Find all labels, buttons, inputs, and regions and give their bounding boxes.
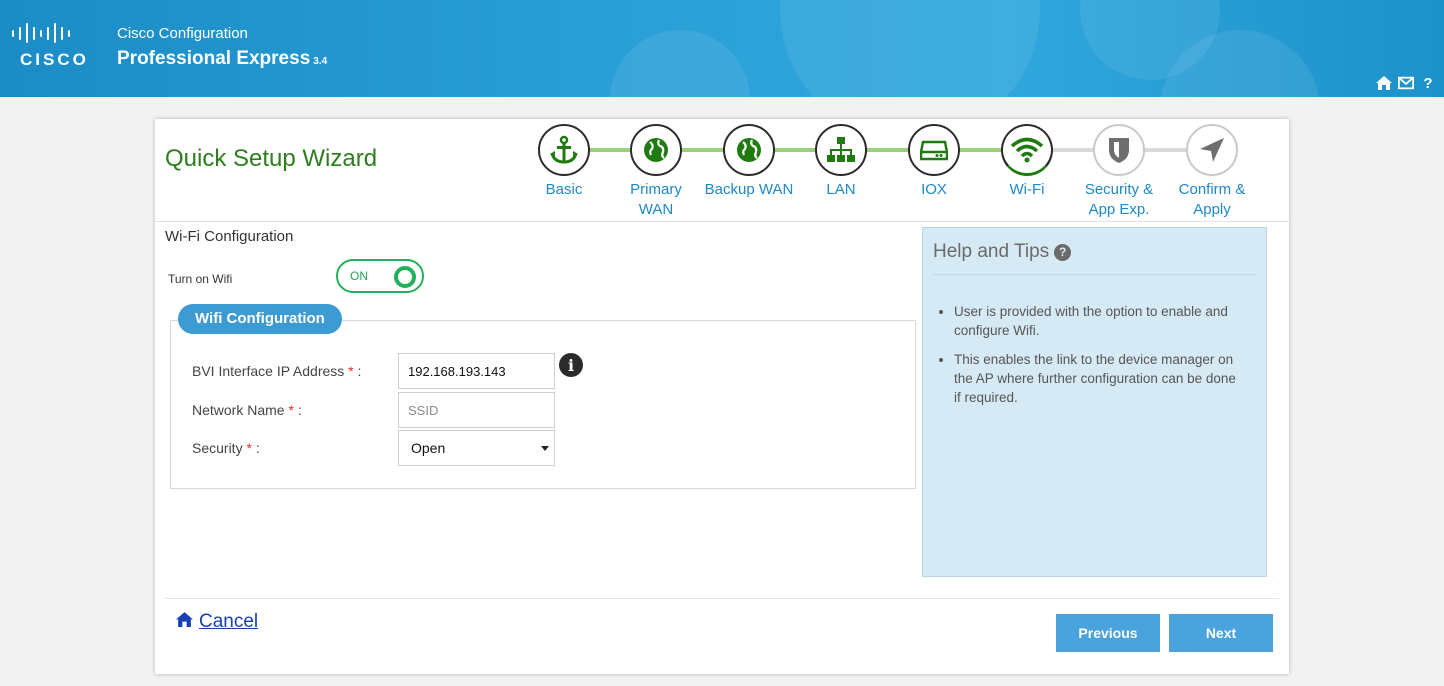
turn-on-wifi-label: Turn on Wifi [168,272,233,286]
help-icon[interactable]: ? [1420,75,1436,92]
product-name: Professional Express [117,48,311,69]
cisco-logo-text: CISCO [20,50,89,69]
globe-icon [630,124,682,176]
bvi-ip-row: BVI Interface IP Address * : i [192,353,912,389]
network-name-label-text: Network Name [192,402,285,418]
security-selected-value: Open [411,440,446,456]
step-confirm-apply[interactable]: Confirm & Apply [1162,124,1262,220]
step-lan[interactable]: LAN [791,124,891,200]
section-title: Wi-Fi Configuration [165,228,294,245]
cancel-link[interactable]: Cancel [176,611,258,633]
help-title: Help and Tips ? [933,241,1072,263]
step-label: Security & App Exp. [1084,181,1154,218]
cancel-label: Cancel [199,611,259,632]
help-tips-list: User is provided with the option to enab… [941,302,1241,417]
info-icon[interactable]: i [559,353,583,377]
step-wifi[interactable]: Wi-Fi [977,124,1077,200]
shield-icon [1093,124,1145,176]
previous-button[interactable]: Previous [1056,614,1160,652]
network-icon [815,124,867,176]
label-colon: : [297,402,302,418]
toggle-state-text: ON [350,269,368,283]
help-tip: User is provided with the option to enab… [954,302,1241,340]
bvi-ip-label-text: BVI Interface IP Address [192,363,345,379]
cisco-logo-bars [12,22,102,44]
toggle-knob [394,266,416,288]
header-decoration [610,30,750,97]
step-backup-wan[interactable]: Backup WAN [699,124,799,200]
product-name-line2: Professional Express 3.4 [117,48,327,70]
wizard-stepper: Basic Primary WAN Backup WAN LAN IOX Wi-… [155,119,1289,221]
step-label: Confirm & Apply [1178,181,1246,218]
wifi-toggle[interactable]: ON [336,259,424,293]
step-label: Wi-Fi [1009,181,1045,198]
security-row: Security * : Open [192,430,912,466]
drive-icon [908,124,960,176]
step-label: Primary WAN [630,181,682,218]
network-name-input[interactable] [398,392,555,428]
home-icon[interactable] [1376,75,1392,91]
step-label: LAN [826,181,856,198]
label-colon: : [255,440,260,456]
chevron-down-icon [541,446,549,451]
home-icon [176,612,193,632]
step-iox[interactable]: IOX [884,124,984,200]
wifi-icon [1001,124,1053,176]
step-label: IOX [921,181,947,198]
step-security-app-exp[interactable]: Security & App Exp. [1069,124,1169,220]
footer-divider [165,598,1279,599]
header-divider [155,221,1289,222]
step-primary-wan[interactable]: Primary WAN [606,124,706,220]
header-icon-bar: ? [1376,75,1436,92]
cisco-logo: CISCO [12,22,102,72]
network-name-row: Network Name * : [192,392,912,428]
product-name-line1: Cisco Configuration [117,25,248,42]
help-divider [933,274,1256,275]
help-title-text: Help and Tips [933,241,1050,262]
required-mark: * [288,402,294,418]
required-mark: * [348,363,354,379]
globe-icon [723,124,775,176]
send-icon [1186,124,1238,176]
bvi-ip-input[interactable] [398,353,555,389]
wizard-panel: Quick Setup Wizard Basic Primary WAN Bac… [155,119,1289,674]
bvi-ip-label: BVI Interface IP Address * : [192,363,361,379]
app-header: CISCO Cisco Configuration Professional E… [0,0,1444,97]
step-basic[interactable]: Basic [514,124,614,200]
security-label-text: Security [192,440,243,456]
security-select[interactable]: Open [398,430,555,466]
required-mark: * [246,440,252,456]
label-colon: : [357,363,362,379]
mail-icon[interactable] [1398,75,1414,91]
header-decoration [780,0,1040,97]
next-button[interactable]: Next [1169,614,1273,652]
network-name-label: Network Name * : [192,402,302,418]
step-label: Basic [545,181,583,198]
anchor-icon [538,124,590,176]
product-version: 3.4 [313,56,328,67]
fieldset-legend: Wifi Configuration [178,304,342,334]
question-circle-icon[interactable]: ? [1054,243,1072,261]
help-panel: Help and Tips ? User is provided with th… [922,227,1267,577]
help-tip: This enables the link to the device mana… [954,350,1241,407]
security-label: Security * : [192,440,260,456]
step-label: Backup WAN [704,181,794,198]
